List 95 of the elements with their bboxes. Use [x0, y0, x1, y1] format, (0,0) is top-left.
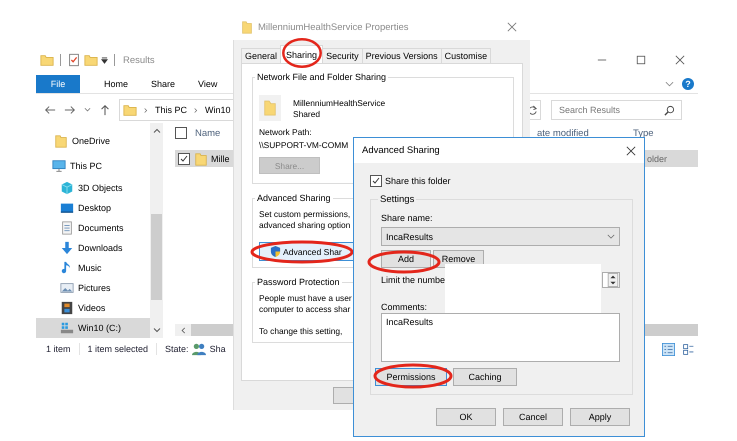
breadcrumb[interactable]: This PC [155, 105, 188, 115]
ribbon-tab[interactable]: Share [128, 79, 176, 89]
nav-item[interactable]: Desktop [36, 198, 150, 218]
search-field[interactable]: Search Results [551, 100, 682, 120]
dropdown-icon[interactable] [101, 56, 108, 64]
tab[interactable]: Security [322, 48, 363, 63]
comments-field[interactable]: IncaResults [381, 313, 620, 362]
nav-item[interactable]: OneDrive [36, 128, 150, 153]
state-value: Sha [210, 344, 226, 354]
scroll-up-icon[interactable] [152, 127, 160, 134]
highlight-ellipse [282, 38, 322, 68]
spinner-icon[interactable] [607, 273, 619, 287]
scroll-left-icon[interactable] [179, 326, 187, 334]
tiles-view-icon[interactable] [682, 342, 695, 356]
state-label: State: [165, 344, 189, 354]
download-icon [60, 241, 74, 255]
tab[interactable]: Customise [440, 48, 492, 63]
drive-icon [60, 321, 74, 335]
breadcrumb[interactable]: Win10 [205, 105, 231, 115]
dialog-button[interactable]: Cancel [503, 408, 563, 426]
ribbon-tab[interactable]: Home [80, 79, 128, 89]
nav-item[interactable]: Win10 (C:) [36, 318, 150, 338]
item-count: 1 item [46, 344, 71, 354]
file-type: older [646, 154, 668, 164]
field-label: Comments: [381, 302, 428, 312]
breadcrumb-separator-icon [144, 106, 148, 114]
chevron-icon[interactable] [84, 107, 91, 113]
scroll-down-icon[interactable] [152, 327, 160, 334]
nav-item[interactable]: Videos [36, 298, 150, 318]
back-icon[interactable] [44, 104, 56, 116]
people-icon [192, 342, 206, 356]
nav-item[interactable]: 3D Objects [36, 178, 150, 198]
field-label: Limit the numbe [381, 275, 446, 285]
group-title: Settings [379, 194, 416, 205]
desktop-icon [60, 201, 74, 215]
description-text: Set custom permissions, [259, 209, 350, 219]
folder-name: MillenniumHealthService [293, 98, 386, 108]
monitor-icon [52, 158, 66, 172]
field-label: Share name: [381, 213, 434, 223]
caret-icon [607, 234, 615, 239]
ribbon-tab[interactable]: View [175, 79, 218, 89]
folder-icon [54, 134, 68, 148]
selection-count: 1 item selected [88, 344, 148, 354]
dialog-button[interactable]: Apply [570, 408, 630, 426]
nav-item[interactable]: Downloads [36, 238, 150, 258]
close-icon[interactable] [675, 55, 685, 65]
cube-icon [60, 181, 74, 195]
nav-item[interactable]: This PC [36, 153, 150, 178]
checklist-icon[interactable] [67, 53, 81, 67]
nav-item[interactable]: Pictures [36, 278, 150, 298]
description-text: computer to access shar [259, 304, 350, 314]
description-text: People must have a user [259, 293, 352, 303]
description-text: To change this setting, [259, 326, 342, 336]
dialog-title: Advanced Sharing [362, 145, 440, 156]
checkbox[interactable] [178, 152, 190, 164]
up-icon[interactable] [99, 104, 111, 116]
folder-icon [194, 152, 208, 166]
help-button[interactable]: ? [682, 78, 694, 90]
group-title: Advanced Sharing [256, 193, 332, 203]
column-header[interactable]: Name [195, 128, 220, 138]
tab[interactable]: General [241, 48, 282, 63]
document-icon [60, 221, 74, 235]
picture-icon [60, 281, 74, 295]
file-tab[interactable]: File [36, 75, 80, 93]
file-name: Mille [211, 154, 230, 164]
number-field[interactable] [602, 272, 620, 288]
folder-icon [240, 20, 254, 34]
film-icon [60, 301, 74, 315]
network-path: \\SUPPORT-VM-COMM [259, 140, 348, 150]
chevron-icon[interactable] [665, 81, 674, 87]
close-icon[interactable] [626, 146, 636, 156]
forward-icon[interactable] [64, 104, 76, 116]
dialog-button[interactable]: OK [436, 408, 496, 426]
share-state: Shared [293, 108, 322, 118]
description-text: advanced sharing option [259, 220, 350, 230]
checkbox-label[interactable]: Share this folder [385, 176, 451, 186]
nav-item[interactable]: Documents [36, 218, 150, 238]
caching-button[interactable]: Caching [453, 368, 517, 386]
folder-icon [259, 95, 281, 121]
column-header[interactable]: ate modified [537, 128, 589, 138]
checkbox[interactable] [370, 175, 382, 187]
path-label: Network Path: [259, 127, 312, 137]
shield-icon [270, 245, 281, 258]
folder-icon [123, 103, 137, 117]
group-title: Network File and Folder Sharing [256, 72, 388, 82]
dialog-title: MillenniumHealthService Properties [258, 22, 408, 32]
details-view-icon[interactable] [662, 342, 675, 356]
group-title: Password Protection [256, 277, 341, 287]
checkbox[interactable] [175, 127, 187, 139]
scrollbar[interactable] [150, 123, 163, 338]
maximize-icon[interactable] [636, 55, 646, 65]
share-name-dropdown[interactable]: IncaResults [381, 227, 620, 246]
window-title: Results [123, 54, 155, 66]
breadcrumb-separator-icon [194, 106, 198, 114]
nav-item[interactable]: Music [36, 258, 150, 278]
